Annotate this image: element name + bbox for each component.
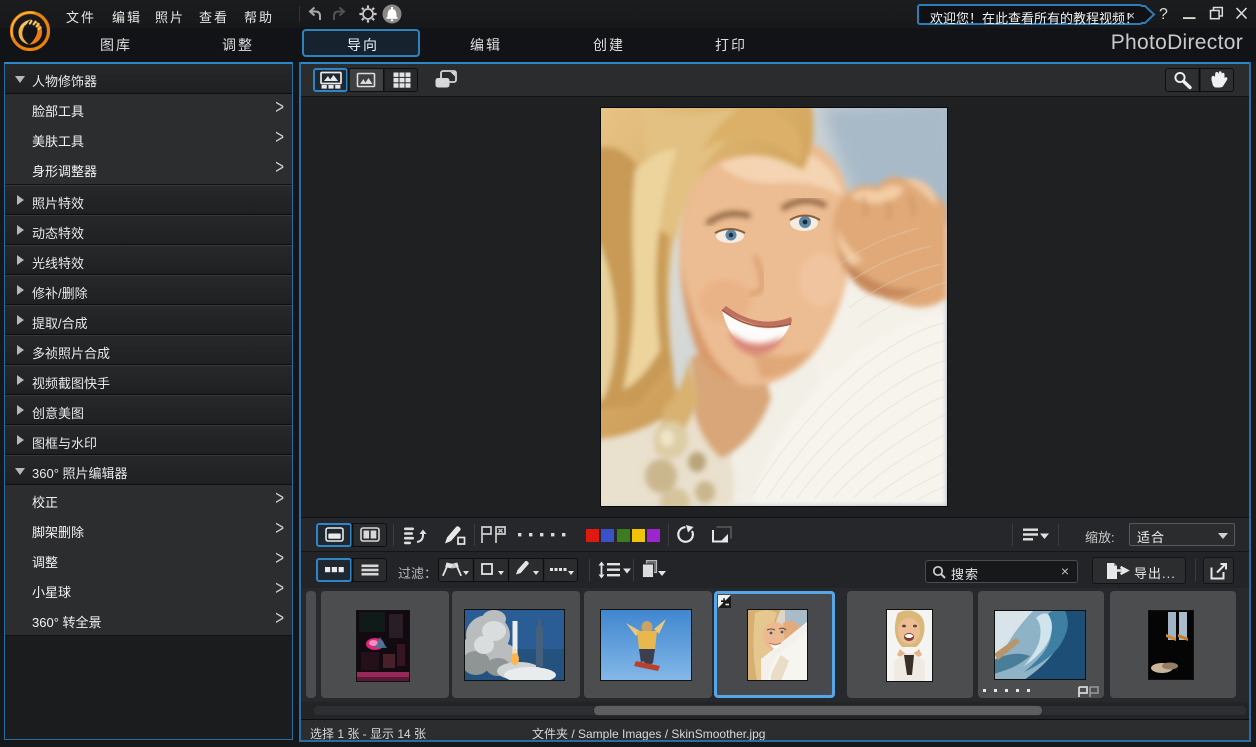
svg-text:?: ?	[1159, 6, 1168, 23]
